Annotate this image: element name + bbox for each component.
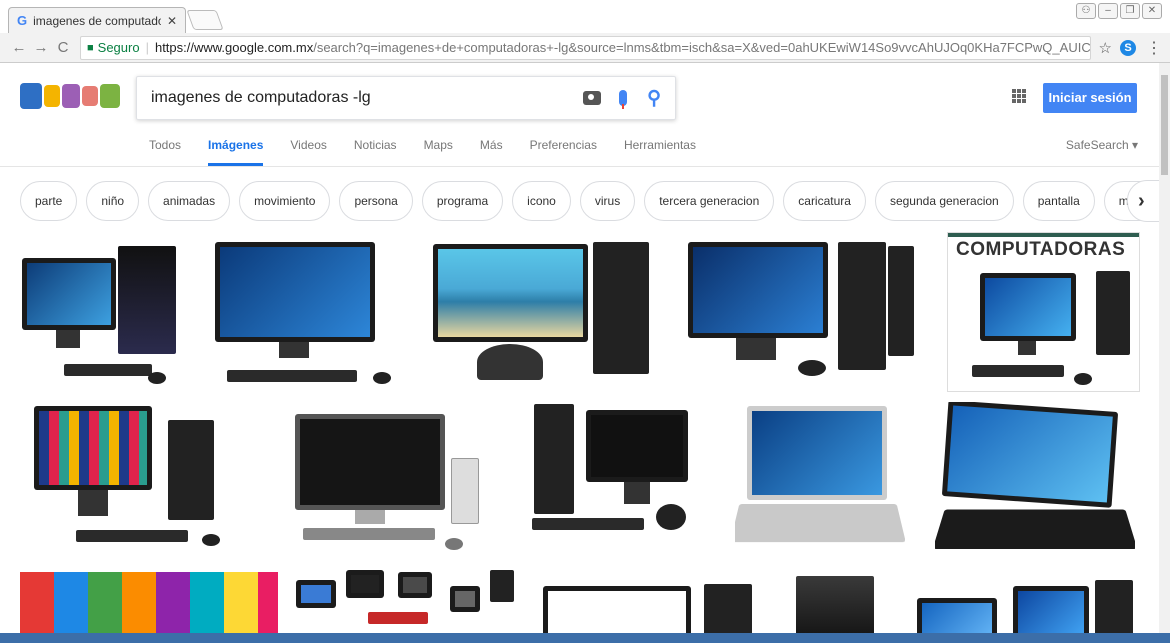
page-scrollbar[interactable]	[1159, 63, 1170, 643]
search-input[interactable]: imagenes de computadoras -lg ⚲	[136, 76, 676, 120]
forward-icon[interactable]: →	[30, 39, 52, 56]
image-result[interactable]	[686, 240, 926, 390]
microphone-icon[interactable]	[619, 90, 628, 109]
doodle-figure-purple	[62, 84, 80, 108]
google-doodle-logo[interactable]	[20, 80, 126, 112]
secure-label: Seguro	[97, 40, 140, 55]
chip-icono[interactable]: icono	[512, 181, 571, 221]
image-result[interactable]	[290, 566, 520, 643]
image-results-grid: COMPUTADORAS	[0, 230, 1170, 643]
image-result[interactable]	[735, 402, 905, 557]
browser-tab[interactable]: G imagenes de computado ✕	[8, 7, 186, 33]
search-query-text: imagenes de computadoras -lg	[151, 89, 371, 106]
search-type-tabs: Todos Imágenes Videos Noticias Maps Más …	[149, 138, 723, 166]
laptop-base	[935, 509, 1135, 549]
tab-preferencias[interactable]: Preferencias	[530, 138, 597, 166]
tab-mas[interactable]: Más	[480, 138, 503, 166]
maximize-icon[interactable]: ❐	[1120, 3, 1140, 19]
browser-tabstrip: G imagenes de computado ✕ ⚇ – ❐ ✕	[0, 0, 1170, 33]
chip-caricatura[interactable]: caricatura	[783, 181, 866, 221]
safesearch-dropdown[interactable]: SafeSearch ▾	[1066, 138, 1138, 152]
url-path: /search?q=imagenes+de+computadoras+-lg&s…	[313, 40, 1091, 55]
chip-tercera-generacion[interactable]: tercera generacion	[644, 181, 775, 221]
doodle-figure-yellow	[44, 85, 60, 107]
os-taskbar	[0, 633, 1170, 643]
chip-nino[interactable]: niño	[86, 181, 140, 221]
bookmark-star-icon[interactable]: ☆	[1099, 39, 1112, 57]
tab-title: imagenes de computado	[33, 13, 161, 28]
window-controls: ⚇ – ❐ ✕	[1076, 3, 1162, 19]
chip-parte[interactable]: parte	[20, 181, 78, 221]
reload-icon[interactable]: C	[52, 39, 74, 56]
profile-icon[interactable]: ⚇	[1076, 3, 1096, 19]
chip-programa[interactable]: programa	[421, 181, 504, 221]
scrollbar-thumb[interactable]	[1161, 75, 1168, 175]
laptop-base	[735, 503, 905, 543]
doodle-figure-blue	[20, 83, 42, 109]
apps-grid-icon[interactable]	[1012, 89, 1026, 103]
related-search-chips: parte niño animadas movimiento persona p…	[20, 181, 1170, 223]
chip-segunda-generacion[interactable]: segunda generacion	[874, 181, 1014, 221]
chip-pantalla[interactable]: pantalla	[1022, 181, 1095, 221]
image-result[interactable]	[530, 402, 705, 557]
google-favicon-icon: G	[17, 13, 28, 28]
doodle-figure-green	[100, 84, 120, 108]
banner-text: COMPUTADORAS	[956, 239, 1126, 260]
new-tab-button[interactable]	[186, 10, 224, 30]
tab-todos[interactable]: Todos	[149, 138, 181, 166]
image-result[interactable]	[275, 402, 500, 557]
chip-persona[interactable]: persona	[339, 181, 413, 221]
close-tab-icon[interactable]: ✕	[167, 14, 177, 28]
browser-menu-icon[interactable]: ⋮	[1146, 38, 1162, 58]
chip-movimiento[interactable]: movimiento	[239, 181, 331, 221]
doodle-figure-pink	[82, 86, 98, 106]
signin-button[interactable]: Iniciar sesión	[1043, 83, 1137, 113]
google-header: imagenes de computadoras -lg ⚲ Iniciar s…	[0, 63, 1170, 167]
image-result[interactable]	[30, 402, 242, 557]
image-result[interactable]	[433, 240, 653, 390]
search-icon[interactable]: ⚲	[647, 87, 661, 110]
tab-videos[interactable]: Videos	[290, 138, 326, 166]
tab-maps[interactable]: Maps	[424, 138, 453, 166]
url-divider: |	[145, 40, 149, 55]
extension-icon[interactable]: S	[1120, 39, 1136, 56]
address-bar[interactable]: ■ Seguro | https://www.google.com.mx/sea…	[80, 35, 1091, 60]
tab-noticias[interactable]: Noticias	[354, 138, 397, 166]
minimize-icon[interactable]: –	[1098, 3, 1118, 19]
camera-icon[interactable]	[583, 91, 602, 105]
image-result[interactable]: COMPUTADORAS	[947, 232, 1140, 392]
chip-animadas[interactable]: animadas	[148, 181, 231, 221]
chips-next-arrow-icon[interactable]: ›	[1127, 180, 1163, 222]
chip-virus[interactable]: virus	[579, 181, 636, 221]
image-result[interactable]	[215, 240, 400, 390]
tab-imagenes[interactable]: Imágenes	[208, 138, 264, 166]
url-host: https://www.google.com.mx	[154, 40, 314, 55]
lock-icon: ■	[87, 41, 94, 54]
tab-herramientas[interactable]: Herramientas	[624, 138, 696, 166]
browser-toolbar: ← → C ■ Seguro | https://www.google.com.…	[0, 33, 1170, 63]
back-icon[interactable]: ←	[8, 39, 30, 56]
close-window-icon[interactable]: ✕	[1142, 3, 1162, 19]
image-result[interactable]	[935, 402, 1135, 557]
image-result[interactable]	[20, 240, 180, 390]
